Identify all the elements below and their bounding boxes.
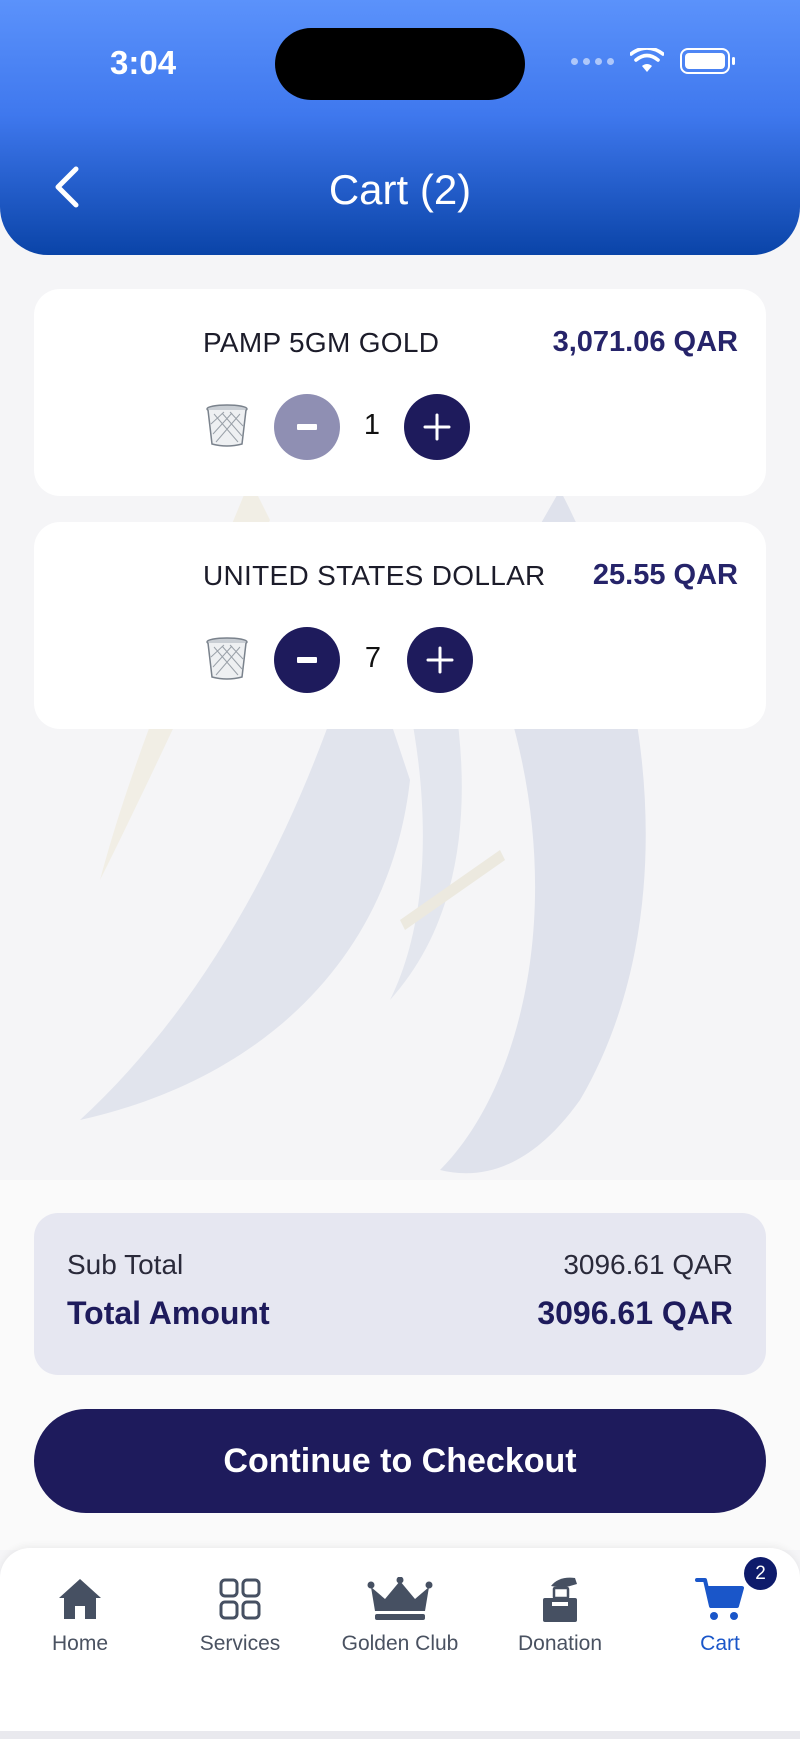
decrease-quantity-button[interactable]	[274, 394, 340, 460]
trash-icon[interactable]	[204, 635, 250, 681]
order-summary: Sub Total 3096.61 QAR Total Amount 3096.…	[34, 1213, 766, 1375]
tab-label: Golden Club	[341, 1632, 459, 1655]
checkout-button[interactable]: Continue to Checkout	[34, 1409, 766, 1513]
crown-icon	[367, 1577, 433, 1620]
tab-golden-club[interactable]: Golden Club	[320, 1572, 480, 1656]
minus-icon	[297, 424, 317, 430]
tab-donation[interactable]: Donation	[480, 1572, 640, 1656]
grid-icon	[219, 1578, 261, 1620]
plus-icon	[426, 646, 454, 674]
tab-services[interactable]: Services	[160, 1572, 320, 1656]
item-price: 25.55 QAR	[592, 559, 738, 591]
tab-cart[interactable]: Cart	[640, 1572, 800, 1656]
home-icon	[59, 1579, 101, 1619]
increase-quantity-button[interactable]	[404, 394, 470, 460]
cart-badge: 2	[744, 1557, 777, 1590]
dynamic-island	[275, 28, 525, 100]
tab-label: Donation	[517, 1632, 603, 1655]
status-icons	[571, 48, 735, 74]
cart-item-card: PAMP 5GM GOLD 3,071.06 QAR 1	[34, 289, 766, 496]
item-price: 3,071.06 QAR	[552, 326, 738, 358]
wifi-icon	[630, 48, 664, 72]
page-title: Cart (2)	[328, 166, 472, 213]
battery-icon	[680, 48, 735, 74]
tab-label: Services	[199, 1632, 281, 1655]
trash-icon[interactable]	[204, 402, 250, 448]
cart-icon	[695, 1578, 744, 1620]
sub-total-label: Sub Total	[67, 1249, 184, 1280]
increase-quantity-button[interactable]	[407, 627, 473, 693]
total-amount-value: 3096.61 QAR	[537, 1295, 733, 1331]
plus-icon	[423, 413, 451, 441]
minus-icon	[297, 657, 317, 663]
quantity-value: 1	[363, 409, 381, 441]
total-amount-label: Total Amount	[67, 1295, 270, 1331]
tab-home[interactable]: Home	[0, 1572, 160, 1656]
cart-item-card: UNITED STATES DOLLAR 25.55 QAR 7	[34, 522, 766, 729]
quantity-value: 7	[364, 642, 382, 674]
decrease-quantity-button[interactable]	[274, 627, 340, 693]
item-name: PAMP 5GM GOLD	[203, 327, 440, 358]
item-name: UNITED STATES DOLLAR	[203, 560, 546, 591]
home-indicator-bar	[0, 1731, 800, 1739]
signal-icon	[571, 57, 614, 65]
tab-label: Home	[51, 1632, 109, 1655]
status-time: 3:04	[110, 44, 177, 81]
tab-label: Cart	[700, 1632, 740, 1655]
sub-total-value: 3096.61 QAR	[563, 1249, 733, 1280]
donation-icon	[543, 1577, 577, 1622]
tab-bar: Home Services Golden Club Donation Cart	[0, 1548, 800, 1739]
